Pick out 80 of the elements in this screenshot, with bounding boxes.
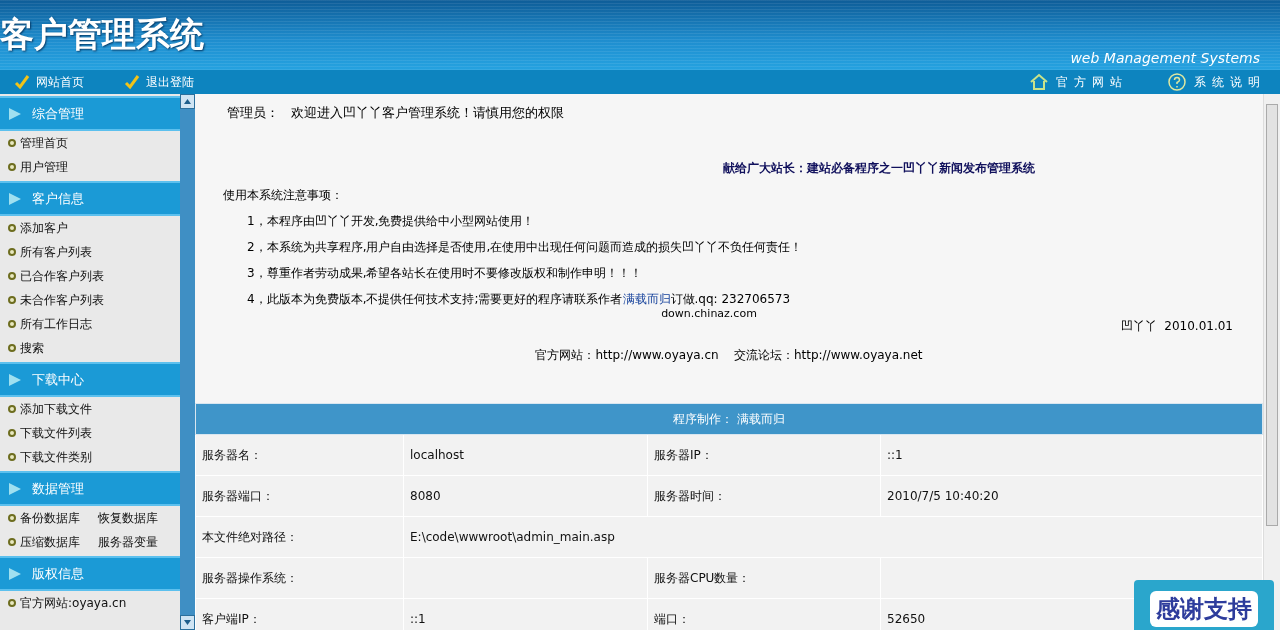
thanks-text: 感谢支持 xyxy=(1150,591,1258,627)
bullet-icon xyxy=(8,320,16,328)
menu-link[interactable]: 管理首页 xyxy=(20,134,68,152)
table-cell: 端口： xyxy=(647,598,881,630)
source-text: down.chinaz.com xyxy=(660,308,758,320)
bullet-icon xyxy=(8,405,16,413)
menu-link[interactable]: 添加客户 xyxy=(20,219,68,237)
menu-link[interactable]: 搜索 xyxy=(20,339,44,357)
nav-link[interactable]: 系统说明 xyxy=(1194,73,1266,91)
menu-link[interactable]: 所有客户列表 xyxy=(20,243,92,261)
signature: 凹丫丫 2010.01.01 xyxy=(1120,318,1233,335)
bullet-icon xyxy=(8,163,16,171)
welcome-message: 欢迎进入凹丫丫客户管理系统！请慎用您的权限 xyxy=(291,104,564,122)
checkmark-icon xyxy=(14,74,30,90)
menu-link[interactable]: 服务器变量 xyxy=(98,533,158,551)
nav-link[interactable]: 退出登陆 xyxy=(146,73,194,91)
help-icon xyxy=(1168,73,1186,91)
menu-link[interactable]: 官方网站:oyaya.cn xyxy=(20,594,127,612)
menu-link[interactable]: 恢复数据库 xyxy=(98,509,158,527)
menu-link[interactable]: 下载文件类别 xyxy=(20,448,92,466)
table-cell: 服务器CPU数量： xyxy=(647,557,881,599)
menu-link[interactable]: 已合作客户列表 xyxy=(20,267,104,285)
menu-link[interactable]: 下载文件列表 xyxy=(20,424,92,442)
table-cell: ::1 xyxy=(403,598,648,630)
bullet-icon xyxy=(8,248,16,256)
system-title: 客户管理系统 xyxy=(0,13,204,56)
table-cell: 服务器时间： xyxy=(647,475,881,517)
bullet-icon xyxy=(8,272,16,280)
triangle-icon xyxy=(8,566,22,581)
table-cell: E:\code\wwwroot\admin_main.asp xyxy=(403,516,1263,558)
nav-link[interactable]: 网站首页 xyxy=(36,73,84,91)
table-cell: 服务器端口： xyxy=(195,475,404,517)
checkmark-icon xyxy=(124,74,140,90)
menu-link[interactable]: 用户管理 xyxy=(20,158,68,176)
menu-link[interactable]: 压缩数据库 xyxy=(20,533,80,551)
bullet-icon xyxy=(8,453,16,461)
table-cell: 客户端IP： xyxy=(195,598,404,630)
table-cell: 2010/7/5 10:40:20 xyxy=(880,475,1263,517)
subtitle: web Management Systems xyxy=(1070,50,1260,66)
table-cell: 8080 xyxy=(403,475,648,517)
scroll-up-icon[interactable] xyxy=(180,94,195,109)
thanks-badge[interactable]: 感谢支持 xyxy=(1134,580,1274,630)
table-cell: 服务器名： xyxy=(195,434,404,476)
note-text: 2，本系统为共享程序,用户自由选择是否使用,在使用中出现任何问题而造成的损失凹丫丫不负任何责任！ xyxy=(247,239,804,256)
scroll-thumb[interactable] xyxy=(1266,104,1278,526)
admin-label: 管理员： xyxy=(227,104,279,122)
triangle-icon xyxy=(8,372,22,387)
bullet-icon xyxy=(8,344,16,352)
table-cell: localhost xyxy=(403,434,648,476)
table-cell: 服务器IP： xyxy=(647,434,881,476)
bullet-icon xyxy=(8,429,16,437)
note-text: 1，本程序由凹丫丫开发,免费提供给中小型网站使用！ xyxy=(247,213,536,230)
bullet-icon xyxy=(8,224,16,232)
bullet-icon xyxy=(8,296,16,304)
menu-link[interactable]: 所有工作日志 xyxy=(20,315,92,333)
scrollbar[interactable] xyxy=(180,94,195,630)
author-link[interactable]: 满载而归 xyxy=(622,292,671,306)
website-links: 官方网站：http://www.oyaya.cn 交流论坛：http://www.oyaya.net xyxy=(534,347,924,364)
house-icon xyxy=(1030,73,1048,91)
table-cell: 服务器操作系统： xyxy=(195,557,404,599)
menu-link[interactable]: 备份数据库 xyxy=(20,509,80,527)
table-cell: 本文件绝对路径： xyxy=(195,516,404,558)
triangle-icon xyxy=(8,481,22,496)
note-text: 4，此版本为免费版本,不提供任何技术支持;需要更好的程序请联系作者满载而归订做.qq: 232706573 xyxy=(247,291,792,308)
bullet-icon xyxy=(8,538,16,546)
table-cell: ::1 xyxy=(880,434,1263,476)
triangle-icon xyxy=(8,106,22,121)
notes-title: 使用本系统注意事项： xyxy=(223,187,344,204)
page-scrollbar[interactable] xyxy=(1263,94,1280,630)
table-heading: 程序制作： 满载而归 xyxy=(195,403,1263,435)
nav-link[interactable]: 官方网站 xyxy=(1056,73,1128,91)
dedication-heading: 献给广大站长：建站必备程序之一凹丫丫新闻发布管理系统 xyxy=(722,160,1036,177)
bullet-icon xyxy=(8,514,16,522)
menu-link[interactable]: 未合作客户列表 xyxy=(20,291,104,309)
bullet-icon xyxy=(8,599,16,607)
bullet-icon xyxy=(8,139,16,147)
triangle-icon xyxy=(8,191,22,206)
note-text: 3，尊重作者劳动成果,希望各站长在使用时不要修改版权和制作申明！！！ xyxy=(247,265,644,282)
scroll-down-icon[interactable] xyxy=(180,615,195,630)
menu-link[interactable]: 添加下载文件 xyxy=(20,400,92,418)
